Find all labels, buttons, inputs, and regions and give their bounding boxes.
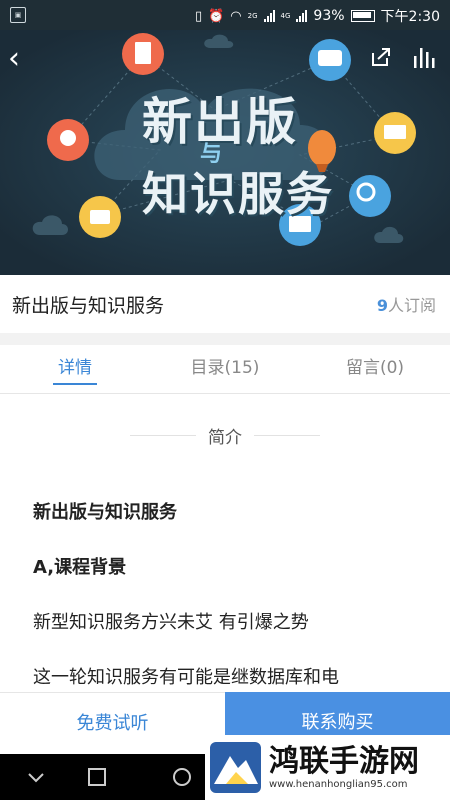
status-bar: ▣ ▯ ⏰ ◠ 2G 4G 93% 下午2:30 <box>0 0 450 30</box>
subscriber-count: 9人订阅 <box>377 292 436 316</box>
nav-home-icon[interactable] <box>171 766 193 788</box>
course-banner: 新出版 与 知识服务 ‹ <box>0 30 450 275</box>
clock: 下午2:30 <box>380 9 440 25</box>
intro-heading: 简介 <box>130 420 320 450</box>
section-divider <box>0 333 450 345</box>
vibrate-icon: ▯ <box>194 8 203 24</box>
signal-2-icon <box>296 10 308 22</box>
nav-back-icon[interactable] <box>25 766 47 788</box>
subscriber-number: 9 <box>376 296 388 315</box>
heading-line-right <box>254 434 320 436</box>
status-icons: ▯ ⏰ ◠ 2G 4G 93% 下午2:30 <box>195 6 440 26</box>
tab-bar: 详情 目录(15) 留言(0) <box>0 345 450 394</box>
battery-percent: 93% <box>313 8 345 24</box>
content-title: 新出版与知识服务 <box>33 502 177 523</box>
back-arrow-icon: ‹ <box>8 41 20 76</box>
content-subheading: A,课程背景 <box>33 557 127 578</box>
watermark-name: 鸿联手游网 <box>269 743 419 779</box>
network-2g-label: 2G <box>247 12 258 20</box>
watermark: 鸿联手游网 www.henanhonglian95.com <box>205 735 450 800</box>
banner-title-line2: 知识服务 <box>142 167 334 221</box>
nav-recent-apps-icon[interactable] <box>86 766 108 788</box>
battery-icon <box>350 10 375 22</box>
share-icon[interactable] <box>370 46 392 68</box>
notification-icon: ▣ <box>10 7 26 23</box>
course-title-bar: 新出版与知识服务 9人订阅 <box>0 275 450 333</box>
heading-line-left <box>130 434 196 436</box>
alarm-icon: ⏰ <box>208 8 225 24</box>
tab-details[interactable]: 详情 <box>0 345 150 393</box>
wifi-icon: ◠ <box>230 8 242 24</box>
course-title: 新出版与知识服务 <box>12 294 165 317</box>
content-paragraph: 新型知识服务方兴未艾 有引爆之势 <box>33 612 309 633</box>
content-paragraph: 这一轮知识服务有可能是继数据库和电 <box>33 667 339 688</box>
watermark-logo-icon <box>210 742 261 793</box>
back-button[interactable]: ‹ <box>8 44 20 74</box>
tab-comments[interactable]: 留言(0) <box>300 345 450 393</box>
subscriber-suffix: 人订阅 <box>387 296 436 315</box>
watermark-url: www.henanhonglian95.com <box>269 778 408 790</box>
stats-icon[interactable] <box>412 46 436 68</box>
watermark-text: 鸿联手游网 www.henanhonglian95.com <box>269 743 419 791</box>
intro-heading-text: 简介 <box>208 427 242 448</box>
signal-1-icon <box>263 10 275 22</box>
network-4g-label: 4G <box>280 12 291 20</box>
intro-content: 新出版与知识服务 A,课程背景 新型知识服务方兴未艾 有引爆之势 这一轮知识服务… <box>33 500 423 720</box>
free-trial-button[interactable]: 免费试听 <box>0 692 225 754</box>
tab-catalog[interactable]: 目录(15) <box>150 345 300 393</box>
